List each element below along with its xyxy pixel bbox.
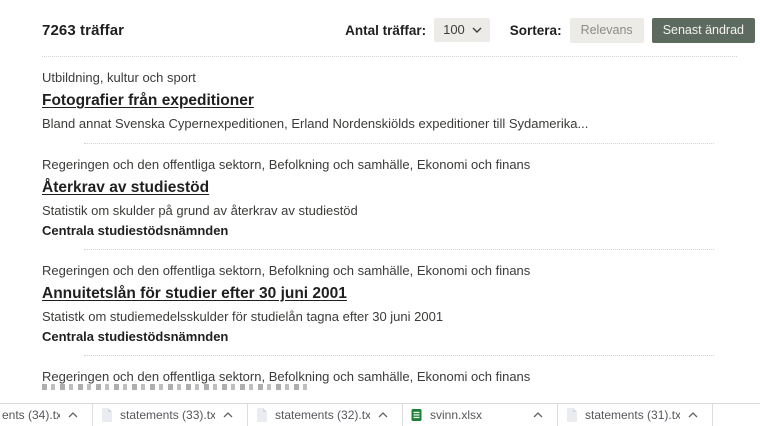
downloads-bar-spacer: [713, 404, 760, 426]
per-page-select[interactable]: 100: [434, 18, 490, 42]
separator: [84, 249, 714, 250]
download-item[interactable]: ents (34).txt: [0, 404, 93, 426]
clipped-result-title[interactable]: [42, 384, 310, 390]
results-controls: Antal träffar: 100 Sortera: Relevans Sen…: [345, 18, 755, 43]
download-item[interactable]: svinn.xlsx: [403, 404, 558, 426]
search-result-4: Regeringen och den offentliga sektorn, B…: [42, 369, 737, 390]
search-results-page: 7263 träffar Antal träffar: 100 Sortera:…: [0, 18, 760, 390]
results-count: 7263 träffar: [42, 22, 124, 39]
separator: [42, 56, 737, 57]
txt-file-icon: [101, 408, 112, 422]
result-description: Bland annat Svenska Cypernexpeditionen, …: [42, 116, 737, 131]
results-header: 7263 träffar Antal träffar: 100 Sortera:…: [42, 18, 755, 42]
result-categories: Regeringen och den offentliga sektorn, B…: [42, 157, 737, 172]
chevron-down-icon: [472, 27, 482, 33]
download-filename: statements (33).txt: [120, 408, 215, 422]
result-description: Statistik om skulder på grund av återkra…: [42, 203, 737, 218]
xlsx-file-icon: [411, 408, 422, 422]
downloads-bar: ents (34).txt statements (33).txt statem…: [0, 403, 760, 426]
download-filename: svinn.xlsx: [430, 408, 482, 422]
sort-relevans-button[interactable]: Relevans: [570, 18, 644, 43]
txt-file-icon: [256, 408, 267, 422]
separator: [84, 143, 714, 144]
per-page-label: Antal träffar:: [345, 23, 426, 38]
search-result-2: Regeringen och den offentliga sektorn, B…: [42, 157, 737, 238]
download-filename: statements (32).txt: [275, 408, 370, 422]
chevron-up-icon[interactable]: [688, 412, 698, 418]
chevron-up-icon[interactable]: [223, 412, 233, 418]
chevron-up-icon[interactable]: [68, 412, 78, 418]
chevron-up-icon[interactable]: [533, 412, 543, 418]
search-result-1: Utbildning, kultur och sport Fotografier…: [42, 70, 737, 131]
results-list: Utbildning, kultur och sport Fotografier…: [42, 70, 737, 390]
result-categories: Regeringen och den offentliga sektorn, B…: [42, 369, 737, 384]
result-title-link[interactable]: Fotografier från expeditioner: [42, 92, 254, 109]
txt-file-icon: [566, 408, 577, 422]
chevron-up-icon[interactable]: [378, 412, 388, 418]
download-item[interactable]: statements (32).txt: [248, 404, 403, 426]
per-page-value: 100: [443, 22, 465, 37]
result-title-link[interactable]: Annuitetslån för studier efter 30 juni 2…: [42, 285, 347, 302]
result-categories: Utbildning, kultur och sport: [42, 70, 737, 85]
search-result-3: Regeringen och den offentliga sektorn, B…: [42, 263, 737, 344]
sort-senast-andrad-button[interactable]: Senast ändrad: [652, 18, 755, 43]
result-categories: Regeringen och den offentliga sektorn, B…: [42, 263, 737, 278]
sort-label: Sortera:: [510, 23, 562, 38]
separator: [84, 355, 714, 356]
download-filename: statements (31).txt: [585, 408, 680, 422]
result-description: Statistk om studiemedelsskulder för stud…: [42, 309, 737, 324]
download-item[interactable]: statements (31).txt: [558, 404, 713, 426]
download-filename: ents (34).txt: [2, 408, 60, 422]
result-title-link[interactable]: Återkrav av studiestöd: [42, 179, 209, 196]
result-publisher: Centrala studiestödsnämnden: [42, 329, 737, 344]
result-publisher: Centrala studiestödsnämnden: [42, 223, 737, 238]
download-item[interactable]: statements (33).txt: [93, 404, 248, 426]
